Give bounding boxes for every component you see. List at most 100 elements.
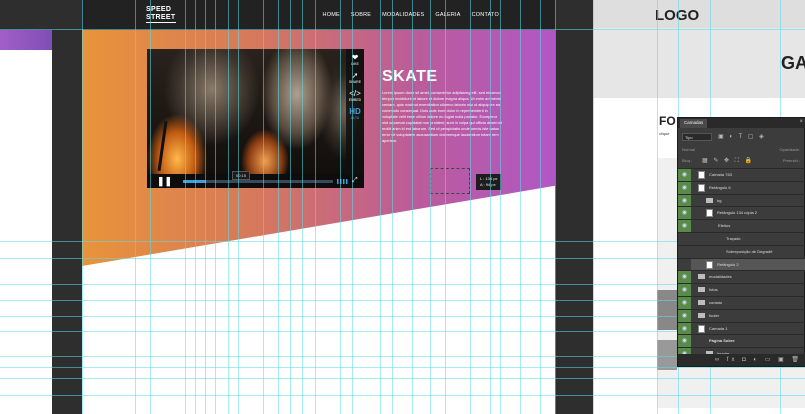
like-button[interactable]: ❤ LIKE [346, 53, 364, 67]
nav-item-home[interactable]: HOME [323, 12, 340, 18]
nav-menu: HOME SOBRE MODALIDADES GALERIA CONTATO [323, 12, 499, 18]
eye-icon[interactable]: ◉ [678, 220, 691, 233]
layer-row[interactable]: ◉ Efeitos [678, 219, 805, 233]
hd-label: ALTA [350, 116, 360, 120]
code-icon: </> [349, 89, 361, 98]
eye-icon[interactable]: ◉ [678, 181, 691, 194]
layer-row[interactable]: Sobreposição de Degradê [678, 244, 805, 258]
eye-icon[interactable]: ◉ [678, 322, 691, 335]
layer-name: footer [709, 312, 720, 318]
eye-icon[interactable]: ◉ [678, 194, 691, 207]
hd-icon: HD [349, 107, 361, 116]
top-navbar: SPEED STREET HOME SOBRE MODALIDADES GALE… [82, 0, 555, 30]
eye-icon[interactable]: ◉ [678, 271, 691, 284]
layer-name: modalidades [709, 274, 732, 280]
video-progress-track[interactable]: 00:15 [183, 171, 333, 183]
heart-icon: ❤ [351, 53, 359, 62]
logo-line-1: SPEED [146, 6, 172, 13]
like-label: LIKE [351, 62, 359, 66]
layer-name: Camada 1 [709, 325, 728, 331]
eye-icon[interactable]: ◉ [678, 284, 691, 297]
layer-name: Retângulo 2 [717, 261, 739, 267]
pasteboard-middle [555, 0, 593, 414]
nav-item-contato[interactable]: CONTATO [472, 12, 499, 18]
eye-icon[interactable]: ◉ [678, 335, 691, 348]
artboard-home[interactable]: SPEED STREET HOME SOBRE MODALIDADES GALE… [82, 0, 555, 414]
layer-row[interactable]: ◉ Camada 763 [678, 168, 805, 181]
video-frame [147, 49, 364, 188]
artboard2-small-text: clique [659, 131, 670, 136]
fill-label[interactable]: Preench.: [783, 158, 800, 163]
eye-icon[interactable]: ◉ [678, 297, 691, 309]
pause-icon[interactable]: ❚❚ [157, 176, 172, 186]
eye-icon[interactable]: ◉ [678, 207, 691, 220]
video-player[interactable]: ❤ LIKE ➚ SHARE </> EMBED HD ALTA ❚❚ 00:1… [147, 49, 364, 188]
layer-thumbnail [706, 260, 713, 269]
layer-row[interactable]: ◉ Retângulo 134 cópia 2 [678, 206, 805, 220]
layer-row[interactable]: ◉ fotos [678, 283, 805, 297]
layer-name: Sobreposição de Degradê [726, 248, 773, 254]
video-control-bar: ❚❚ 00:15 ⤢ [147, 171, 364, 188]
layer-row[interactable]: ◉ Retângulo 6 [678, 180, 805, 194]
layer-name: Página Sobre [709, 338, 735, 344]
blend-mode-select[interactable]: Normal [682, 147, 695, 152]
layer-row[interactable]: ◉ contato [678, 296, 805, 309]
nav-item-modalidades[interactable]: MODALIDADES [382, 12, 424, 18]
layer-filter-select[interactable]: Tipo [682, 133, 712, 141]
close-icon[interactable]: × [799, 119, 803, 125]
site-logo[interactable]: SPEED STREET [146, 6, 175, 22]
eye-icon[interactable] [678, 233, 691, 245]
artboard2-band [593, 28, 805, 98]
opacity-label[interactable]: Opacidade: [780, 147, 800, 152]
layer-row[interactable]: ◉ modalidades [678, 270, 805, 284]
eye-icon[interactable]: ◉ [678, 169, 691, 181]
layer-name: Retângulo 6 [709, 184, 731, 190]
folder-icon [698, 300, 705, 305]
layers-panel-toolbar[interactable]: ∞ fx ◘ ◐ ▭ ▣ 🗑 [678, 354, 805, 366]
nav-item-sobre[interactable]: SOBRE [351, 12, 371, 18]
selection-height: A : 94 px [480, 182, 496, 187]
tab-camadas[interactable]: Camadas [680, 119, 708, 128]
layer-thumbnail [698, 324, 705, 333]
layers-panel-tabbar: Camadas × [678, 118, 805, 128]
hd-button[interactable]: HD ALTA [346, 107, 364, 121]
layer-row[interactable]: ◉ Página Sobre [678, 334, 805, 348]
section-body-text: Lorem ipsum dolor sit amet, consectetur … [382, 90, 502, 143]
layer-name: Retângulo 134 cópia 2 [717, 210, 758, 216]
section-title: SKATE [382, 68, 438, 85]
volume-bars-icon[interactable] [337, 179, 349, 184]
eye-icon[interactable] [678, 258, 691, 271]
layer-row[interactable]: Traçado [678, 232, 805, 245]
marquee-selection[interactable] [430, 168, 470, 194]
layers-panel[interactable]: Camadas × Tipo ▣ ◐ T ▢ ◈ Normal Opacidad… [677, 117, 805, 367]
layer-thumbnail [698, 171, 705, 179]
layer-name: Camada 763 [709, 172, 732, 177]
folder-icon [698, 312, 705, 318]
photoshop-canvas[interactable]: SPEED STREET HOME SOBRE MODALIDADES GALE… [0, 0, 805, 414]
layer-name: bg [717, 197, 722, 203]
layer-row[interactable]: ◉ footer [678, 308, 805, 322]
filter-type-icons[interactable]: ▣ ◐ T ▢ ◈ [718, 133, 766, 140]
eye-icon[interactable]: ◉ [678, 309, 691, 322]
lock-label: Bloq.: [682, 158, 693, 163]
nav-item-galeria[interactable]: GALERIA [435, 12, 460, 18]
folder-icon [706, 197, 713, 203]
layer-row[interactable]: Retângulo 2 [678, 257, 805, 271]
fullscreen-icon[interactable]: ⤢ [352, 176, 358, 185]
video-side-bar: ❤ LIKE ➚ SHARE </> EMBED HD ALTA [346, 49, 364, 188]
lock-tools-icons[interactable]: ▦ ✎ ✥ ⛶ 🔒 [702, 157, 754, 165]
folder-icon [698, 274, 705, 280]
video-time-tooltip: 00:15 [232, 171, 251, 180]
artboard2-dark-block [657, 340, 677, 370]
video-progress-fill [183, 180, 206, 183]
layer-row[interactable]: ◉ bg [678, 193, 805, 207]
logo-underline [146, 22, 176, 23]
layer-row[interactable]: ◉ Camada 1 [678, 321, 805, 335]
layer-thumbnail [698, 183, 705, 192]
embed-button[interactable]: </> EMBED [346, 89, 364, 103]
layer-name: fotos [709, 287, 718, 293]
share-button[interactable]: ➚ SHARE [346, 71, 364, 85]
eye-icon[interactable] [678, 245, 691, 258]
folder-icon [698, 287, 705, 293]
artboard2-logo: LOGO [655, 7, 700, 24]
